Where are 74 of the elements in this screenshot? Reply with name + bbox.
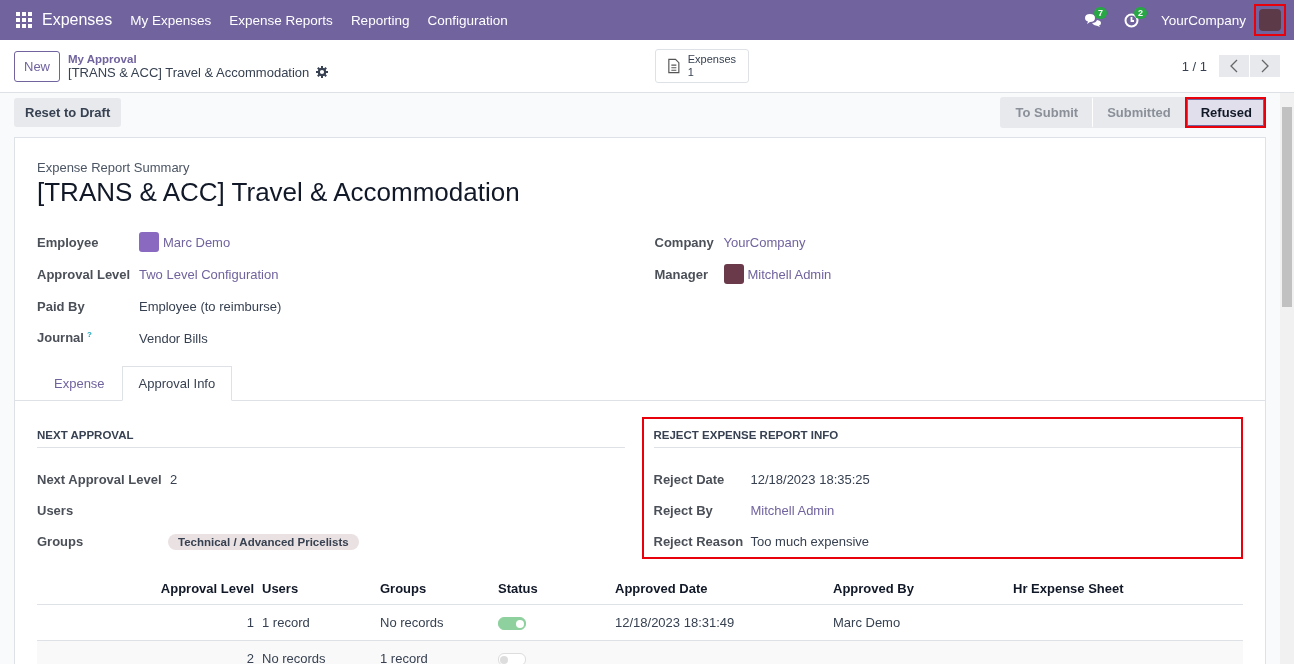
field-label: Groups bbox=[37, 534, 85, 549]
field-value: 12/18/2023 18:35:25 bbox=[750, 472, 870, 487]
field-link[interactable]: YourCompany bbox=[723, 234, 806, 250]
field-label: Next Approval Level bbox=[37, 472, 163, 487]
chevron-right-icon bbox=[1261, 59, 1269, 73]
menu-item[interactable]: Configuration bbox=[427, 12, 508, 28]
field-label: Journal $^{?}$ bbox=[37, 330, 93, 346]
field-label: Reject Date bbox=[653, 472, 726, 487]
person-avatar bbox=[723, 264, 744, 284]
field-label: Paid By bbox=[37, 298, 86, 314]
column-header[interactable]: Status bbox=[498, 581, 538, 596]
field-link[interactable]: Mitchell Admin bbox=[750, 503, 835, 518]
table-cell: 1 record bbox=[262, 615, 310, 631]
column-header[interactable]: Hr Expense Sheet bbox=[1013, 581, 1124, 596]
menu-item[interactable]: My Expenses bbox=[130, 12, 212, 28]
table-cell: 1 record bbox=[380, 651, 428, 664]
form-tab[interactable]: Approval Info bbox=[121, 366, 233, 401]
expenses-smart-button[interactable]: Expenses 1 bbox=[655, 49, 749, 83]
status-stage[interactable]: Refused bbox=[1184, 96, 1266, 128]
menu-item[interactable]: Expense Reports bbox=[229, 12, 333, 28]
field-value: Too much expensive bbox=[750, 534, 869, 549]
clock-icon[interactable] bbox=[1123, 12, 1139, 28]
group-tag: Technical / Advanced Pricelists bbox=[168, 533, 359, 550]
breadcrumb-link[interactable]: My Approval bbox=[68, 52, 588, 65]
pager-value: 1 / 1 bbox=[1181, 58, 1207, 74]
column-header[interactable]: Approval Level bbox=[160, 581, 254, 596]
message-count-badge: 7 bbox=[1093, 7, 1107, 19]
reset-to-draft-button[interactable]: Reset to Draft bbox=[14, 97, 122, 127]
document-icon bbox=[668, 57, 680, 75]
menu-item[interactable]: Reporting bbox=[350, 12, 410, 28]
field-label: Reject Reason bbox=[653, 534, 745, 549]
column-header[interactable]: Groups bbox=[380, 581, 427, 596]
field-link[interactable]: Two Level Configuration bbox=[139, 266, 279, 282]
section-heading: REJECT EXPENSE REPORT INFO bbox=[653, 429, 1241, 448]
table-cell: No records bbox=[380, 615, 444, 631]
field-label: Users bbox=[37, 503, 75, 518]
new-button[interactable]: New bbox=[14, 50, 60, 82]
form-tab[interactable]: Expense bbox=[37, 366, 122, 401]
apps-menu-icon[interactable] bbox=[16, 12, 32, 28]
table-cell: 1 bbox=[246, 615, 254, 631]
table-cell: Marc Demo bbox=[833, 615, 901, 631]
field-label: Employee bbox=[37, 234, 100, 250]
column-header[interactable]: Approved Date bbox=[615, 581, 708, 596]
previous-button[interactable] bbox=[1219, 55, 1249, 77]
table-cell: No records bbox=[262, 651, 326, 664]
vertical-scrollbar[interactable] bbox=[1280, 93, 1294, 664]
record-name: [TRANS & ACC] Travel & Accommodation bbox=[68, 64, 310, 80]
field-label: Approval Level bbox=[37, 266, 132, 282]
field-value: Employee (to reimburse) bbox=[139, 298, 282, 314]
settings-icon[interactable] bbox=[316, 66, 329, 78]
chevron-left-icon bbox=[1230, 59, 1238, 73]
status-toggle[interactable] bbox=[498, 653, 526, 664]
section-heading: NEXT APPROVAL bbox=[37, 429, 625, 448]
person-link[interactable]: Marc Demo bbox=[163, 234, 231, 250]
status-toggle[interactable] bbox=[498, 617, 526, 631]
activity-count-badge: 2 bbox=[1133, 6, 1147, 19]
next-button[interactable] bbox=[1250, 55, 1280, 77]
table-cell: 12/18/2023 18:31:49 bbox=[615, 615, 735, 631]
field-label: Reject By bbox=[653, 503, 714, 518]
column-header[interactable]: Approved By bbox=[833, 581, 914, 596]
form-title: [TRANS & ACC] Travel & Accommodation bbox=[37, 177, 521, 208]
form-subtitle: Expense Report Summary bbox=[37, 160, 191, 175]
user-avatar[interactable] bbox=[1254, 4, 1286, 36]
table-cell: 2 bbox=[246, 651, 254, 664]
company-name[interactable]: YourCompany bbox=[1160, 12, 1246, 28]
column-header[interactable]: Users bbox=[262, 581, 299, 596]
field-value: Vendor Bills bbox=[139, 330, 208, 346]
field-value: 2 bbox=[170, 472, 178, 487]
field-label: Company bbox=[654, 234, 715, 250]
person-link[interactable]: Mitchell Admin bbox=[747, 266, 832, 282]
app-name[interactable]: Expenses bbox=[42, 11, 113, 29]
help-tooltip[interactable]: ? bbox=[86, 330, 92, 340]
field-label: Manager bbox=[654, 266, 709, 282]
person-avatar bbox=[139, 232, 159, 252]
